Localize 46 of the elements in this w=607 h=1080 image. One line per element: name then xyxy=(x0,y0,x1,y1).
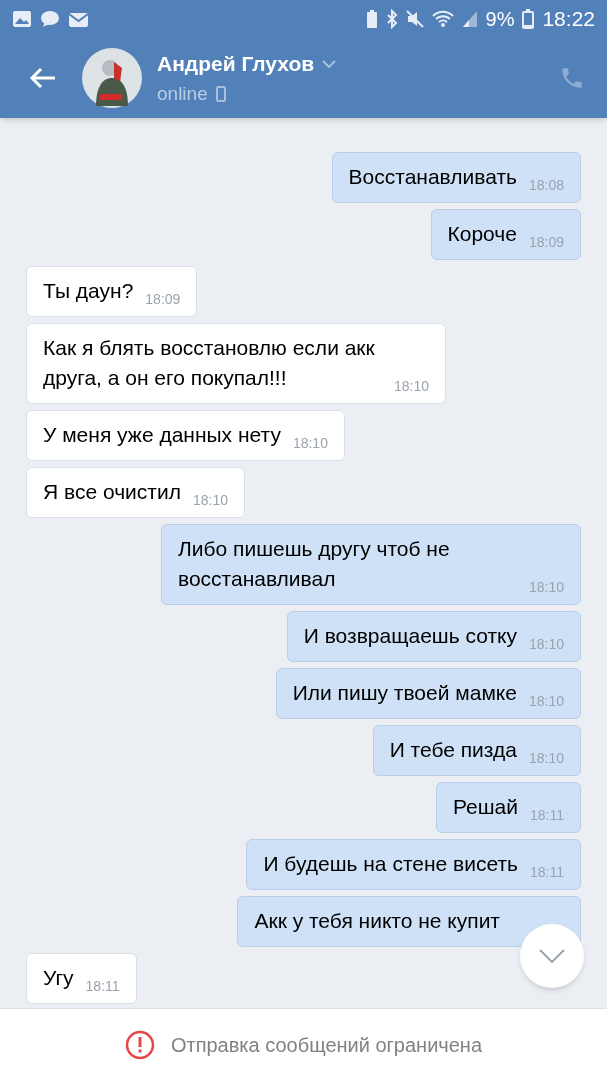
signal-icon xyxy=(461,10,478,28)
message-text: И тебе пизда xyxy=(389,737,517,763)
clock: 18:22 xyxy=(542,6,595,33)
message-text: Короче xyxy=(447,221,517,247)
message-time: 18:10 xyxy=(528,578,564,597)
chevron-down-icon xyxy=(539,949,565,963)
message-time: 18:08 xyxy=(528,176,564,195)
message-time: 18:10 xyxy=(393,377,429,396)
message-text: И возвращаешь сотку xyxy=(303,623,517,649)
message-time: 18:10 xyxy=(528,692,564,711)
message-text: И будешь на стене висеть xyxy=(263,851,518,877)
message-time: 18:11 xyxy=(530,863,564,882)
message-text: Ты даун? xyxy=(43,278,134,304)
phone-device-icon xyxy=(215,85,226,102)
mute-icon xyxy=(405,10,424,28)
message-time: 18:11 xyxy=(85,977,120,996)
message-text: Я все очистил xyxy=(43,479,181,505)
message-text: Восстанавливать xyxy=(348,164,517,190)
contact-name[interactable]: Андрей Глухов xyxy=(157,48,315,80)
message-time: 18:11 xyxy=(530,806,564,825)
message-text: У меня уже данных нету xyxy=(43,422,281,448)
message-time: 18:10 xyxy=(528,635,564,654)
message-time: 18:10 xyxy=(192,491,228,510)
message-time: 18:09 xyxy=(528,233,564,252)
message-text: Угу xyxy=(43,965,74,991)
battery-icon xyxy=(522,9,535,29)
message-time: 18:09 xyxy=(145,290,181,309)
restriction-notice: Отправка сообщений ограничена xyxy=(170,1032,483,1058)
warning-icon xyxy=(124,1029,155,1060)
message-text: Акк у тебя никто не купит xyxy=(254,908,500,934)
presence-status: online xyxy=(157,81,208,106)
chat-bubble-icon xyxy=(40,10,60,28)
battery-percent: 9% xyxy=(485,7,515,32)
message-text: Либо пишешь другу чтоб не восстанавливал xyxy=(178,536,451,592)
message-time: 18:10 xyxy=(528,749,564,768)
bluetooth-icon xyxy=(385,9,398,29)
image-icon xyxy=(12,10,32,28)
mail-icon xyxy=(68,10,90,28)
message-text: Или пишу твоей мамке xyxy=(292,680,517,706)
message-time: 18:10 xyxy=(292,434,328,453)
wifi-icon xyxy=(431,10,454,28)
avatar[interactable] xyxy=(82,48,142,108)
message-text: Как я блять восстановлю если акк друга, а он его покупал!!! xyxy=(43,335,376,391)
battery-saver-icon xyxy=(365,9,378,29)
chevron-down-icon xyxy=(322,59,337,68)
message-text: Решай xyxy=(452,794,518,820)
